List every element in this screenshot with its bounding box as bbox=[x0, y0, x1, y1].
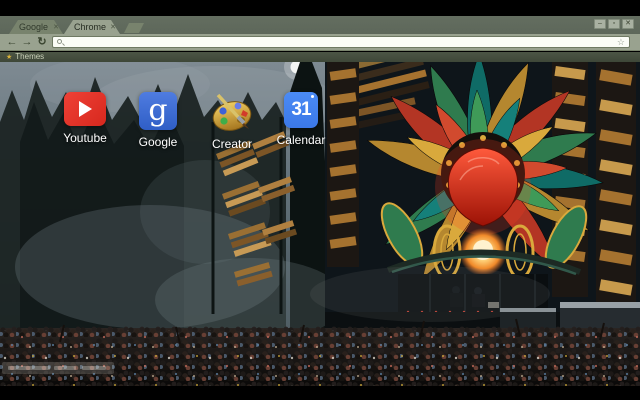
new-tab-button[interactable] bbox=[124, 23, 144, 33]
shortcut-label: Google bbox=[138, 135, 178, 149]
calendar-icon: 31 bbox=[284, 92, 318, 128]
theme-star-icon: ★ bbox=[6, 54, 13, 61]
window-controls: – ▫ ✕ bbox=[594, 19, 634, 29]
calendar-dot bbox=[311, 95, 314, 98]
minimize-button[interactable]: – bbox=[594, 19, 606, 29]
tab-chrome[interactable]: Chrome ✕ bbox=[64, 20, 120, 34]
shortcut-calendar[interactable]: 31 Calendar bbox=[264, 92, 338, 147]
shortcut-creator[interactable]: Creator bbox=[195, 90, 269, 151]
forward-button[interactable]: → bbox=[20, 35, 34, 49]
search-icon bbox=[57, 39, 62, 44]
tab-strip: Google ✕ Chrome ✕ – ▫ ✕ bbox=[0, 16, 640, 34]
photo-watermark bbox=[2, 362, 114, 374]
shortcut-label: Calendar bbox=[276, 133, 326, 147]
artist-palette-icon bbox=[210, 90, 254, 132]
browser-window: Google ✕ Chrome ✕ – ▫ ✕ ← → ↻ ☆ ★Themes bbox=[0, 0, 640, 400]
close-button[interactable]: ✕ bbox=[622, 19, 634, 29]
bookmark-item-themes[interactable]: ★ Themes bbox=[6, 52, 44, 62]
bookmark-star-icon[interactable]: ☆ bbox=[617, 37, 625, 48]
back-button[interactable]: ← bbox=[5, 35, 19, 49]
bookmarks-bar: ★ Themes bbox=[0, 52, 640, 62]
tab-close-icon[interactable]: ✕ bbox=[110, 21, 116, 35]
new-tab-page: Youtube g Google Creator 31 Calendar bbox=[0, 62, 640, 386]
google-g-icon: g bbox=[139, 92, 177, 130]
toolbar: ← → ↻ ☆ bbox=[0, 34, 640, 51]
letterbox-top bbox=[0, 0, 640, 16]
bookmark-label: Themes bbox=[15, 52, 45, 61]
tab-label: Google bbox=[19, 22, 49, 32]
shortcut-label: Youtube bbox=[63, 131, 107, 145]
shortcut-google[interactable]: g Google bbox=[121, 92, 195, 149]
letterbox-bottom bbox=[0, 386, 640, 400]
tab-google[interactable]: Google ✕ bbox=[9, 20, 63, 34]
shortcut-label: Creator bbox=[211, 137, 252, 151]
reload-button[interactable]: ↻ bbox=[35, 35, 49, 49]
maximize-button[interactable]: ▫ bbox=[608, 19, 620, 29]
shortcut-youtube[interactable]: Youtube bbox=[48, 92, 122, 145]
tab-label: Chrome bbox=[74, 22, 107, 32]
address-bar[interactable]: ☆ bbox=[52, 36, 630, 48]
youtube-play-icon bbox=[64, 92, 106, 126]
tab-close-icon[interactable]: ✕ bbox=[53, 21, 59, 35]
